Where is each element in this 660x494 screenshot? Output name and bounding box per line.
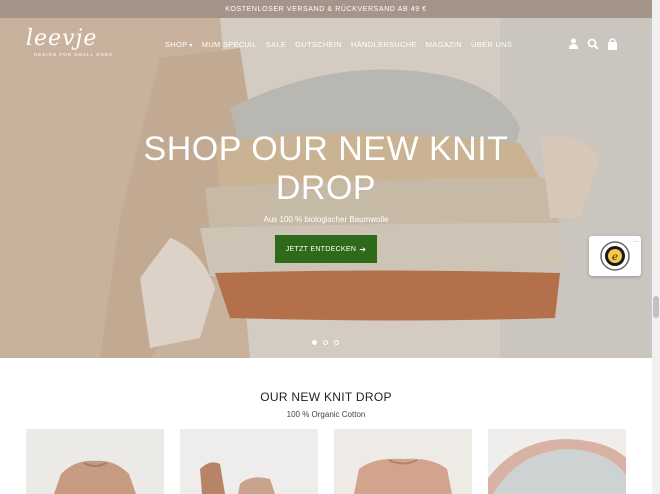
hero-subline: Aus 100 % biologischer Baumwolle: [263, 215, 389, 224]
nav-item-mum-special[interactable]: MUM SPECIAL: [202, 40, 257, 49]
product-image-1: [26, 429, 164, 494]
arrow-right-icon: ➔: [359, 244, 367, 254]
nav-item-sale[interactable]: SALE: [266, 40, 286, 49]
brand-logo[interactable]: leevje DESIGN FOR SMALL ONES: [26, 26, 113, 58]
hero-headline-line1: SHOP OUR NEW KNIT: [143, 130, 509, 168]
nav-item-haendlersuche[interactable]: HÄNDLERSUCHE: [351, 40, 417, 49]
search-icon[interactable]: [587, 38, 599, 50]
section-title: OUR NEW KNIT DROP: [260, 390, 392, 404]
trust-badge[interactable]: e ···: [589, 236, 641, 276]
nav-item-gutschein[interactable]: GUTSCHEIN: [295, 40, 342, 49]
product-card-3[interactable]: [334, 429, 472, 494]
svg-text:···: ···: [633, 239, 639, 246]
header-icons: [568, 38, 618, 50]
cta-label: JETZT ENTDECKEN: [285, 245, 357, 253]
svg-text:e: e: [612, 252, 618, 263]
nav-item-shop-label: SHOP: [165, 40, 188, 49]
product-card-4[interactable]: [488, 429, 626, 494]
nav-item-magazin[interactable]: MAGAZIN: [426, 40, 462, 49]
main-nav: SHOP ▾ MUM SPECIAL SALE GUTSCHEIN HÄNDLER…: [165, 40, 512, 49]
product-image-4: [488, 429, 626, 494]
slider-dot-3[interactable]: [334, 340, 339, 345]
hero-headline: SHOP OUR NEW KNIT DROP: [0, 130, 652, 208]
slider-dots: [312, 340, 339, 345]
cta-button[interactable]: JETZT ENTDECKEN ➔: [275, 235, 377, 263]
product-image-3: [334, 429, 472, 494]
announcement-bar: KOSTENLOSER VERSAND & RÜCKVERSAND AB 49 …: [0, 0, 652, 18]
trust-seal-icon: e ···: [600, 239, 639, 271]
product-card-2[interactable]: [180, 429, 318, 494]
scrollbar-thumb[interactable]: [653, 296, 659, 318]
slider-dot-1[interactable]: [312, 340, 317, 345]
section-subtitle: 100 % Organic Cotton: [286, 410, 366, 419]
nav-item-shop[interactable]: SHOP ▾: [165, 40, 193, 49]
announcement-text: KOSTENLOSER VERSAND & RÜCKVERSAND AB 49 …: [225, 5, 427, 13]
product-card-1[interactable]: [26, 429, 164, 494]
logo-wordmark: leevje: [26, 26, 98, 51]
chevron-down-icon: ▾: [189, 43, 193, 49]
hero-headline-line2: DROP: [275, 169, 377, 207]
logo-tagline: DESIGN FOR SMALL ONES: [34, 52, 113, 57]
page-scrollbar[interactable]: [652, 0, 660, 494]
slider-dot-2[interactable]: [323, 340, 328, 345]
bag-icon[interactable]: [607, 38, 618, 50]
nav-item-ueber-uns[interactable]: ÜBER UNS: [471, 40, 512, 49]
user-icon[interactable]: [568, 38, 579, 49]
product-image-2: [180, 429, 318, 494]
